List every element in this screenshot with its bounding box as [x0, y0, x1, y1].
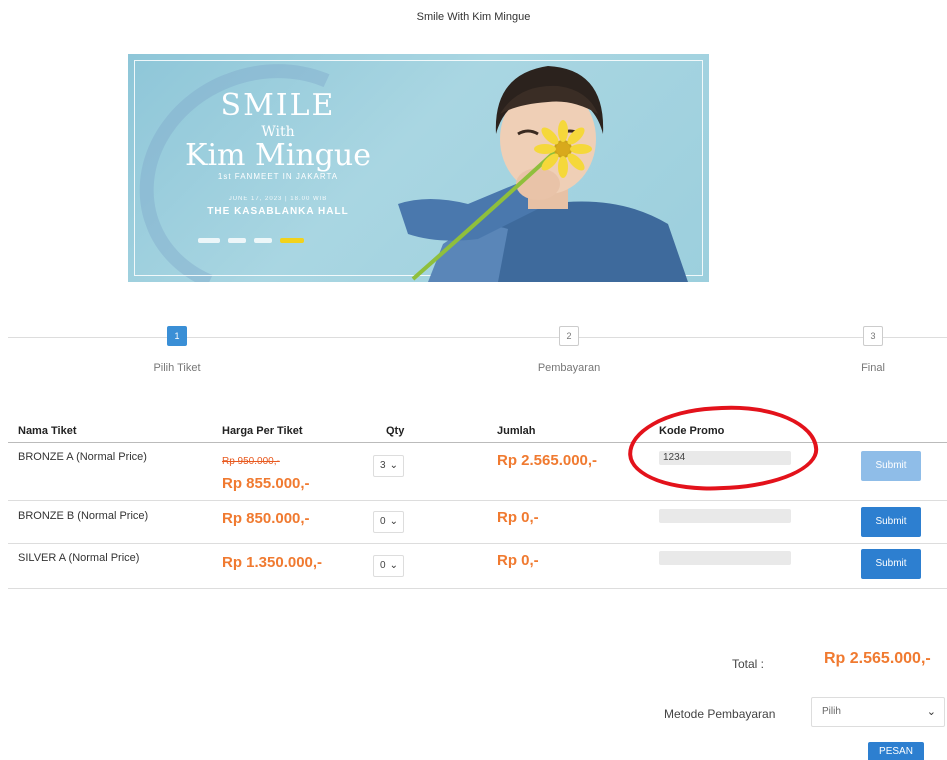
banner-venue: THE KASABLANKA HALL — [207, 206, 349, 217]
row-3-ticket-name: SILVER A (Normal Price) — [18, 552, 140, 564]
header-qty: Qty — [386, 425, 405, 437]
banner-date: JUNE 17, 2023 | 18.00 WIB — [228, 196, 328, 202]
banner-title-name: Kim Mingue — [185, 138, 371, 173]
payment-method-value: Pilih — [822, 706, 841, 717]
step-1-label: Pilih Tiket — [153, 362, 201, 374]
event-banner: SMILE With Kim Mingue 1st FANMEET IN JAK… — [128, 54, 709, 282]
step-3-label: Final — [861, 362, 885, 374]
header-total: Jumlah — [497, 425, 536, 437]
row-2-promo-input[interactable] — [659, 509, 791, 523]
chevron-down-icon: ⌄ — [389, 516, 398, 527]
payment-method-label: Metode Pembayaran — [664, 707, 776, 721]
annotation-circle — [625, 401, 821, 495]
row-3-total: Rp 0,- — [497, 552, 539, 569]
sponsor-logos — [198, 238, 338, 246]
row-1-price: Rp 855.000,- — [222, 475, 310, 492]
artist-photo — [398, 66, 688, 282]
row-1-submit-button[interactable]: Submit — [861, 451, 921, 481]
row-1-total: Rp 2.565.000,- — [497, 452, 598, 469]
total-value: Rp 2.565.000,- — [824, 650, 931, 667]
row-3-promo-input[interactable] — [659, 551, 791, 565]
step-3-marker[interactable]: 3 — [863, 326, 883, 346]
row-2-submit-button[interactable]: Submit — [861, 507, 921, 537]
stepper-track — [8, 337, 947, 338]
page-title: Smile With Kim Mingue — [416, 11, 531, 23]
row-1-ticket-name: BRONZE A (Normal Price) — [18, 451, 147, 463]
row-3-qty-select[interactable]: 0 ⌄ — [373, 555, 404, 577]
row-1-qty-select[interactable]: 3 ⌄ — [373, 455, 404, 477]
row-1-original-price: Rp 950.000,- — [222, 456, 280, 467]
row-divider — [8, 500, 947, 501]
step-2-label: Pembayaran — [537, 362, 601, 374]
row-3-submit-button[interactable]: Submit — [861, 549, 921, 579]
order-button[interactable]: PESAN — [868, 742, 924, 760]
header-price: Harga Per Tiket — [222, 425, 303, 437]
row-1-qty-value: 3 — [380, 460, 386, 471]
table-bottom-divider — [8, 588, 947, 589]
row-divider — [8, 543, 947, 544]
row-3-price: Rp 1.350.000,- — [222, 554, 323, 571]
row-2-total: Rp 0,- — [497, 509, 539, 526]
step-1-marker[interactable]: 1 — [167, 326, 187, 346]
row-2-price: Rp 850.000,- — [222, 510, 310, 527]
row-2-qty-value: 0 — [380, 516, 386, 527]
row-3-qty-value: 0 — [380, 560, 386, 571]
chevron-down-icon: ⌄ — [926, 706, 936, 718]
header-ticket-name: Nama Tiket — [18, 425, 77, 437]
row-2-ticket-name: BRONZE B (Normal Price) — [18, 510, 149, 522]
banner-subtitle: 1st FANMEET IN JAKARTA — [217, 172, 339, 181]
banner-title-smile: SMILE — [220, 88, 336, 123]
total-label: Total : — [732, 657, 765, 671]
payment-method-select[interactable]: Pilih ⌄ — [811, 697, 945, 727]
row-2-qty-select[interactable]: 0 ⌄ — [373, 511, 404, 533]
chevron-down-icon: ⌄ — [389, 460, 398, 471]
step-2-marker[interactable]: 2 — [559, 326, 579, 346]
chevron-down-icon: ⌄ — [389, 560, 398, 571]
